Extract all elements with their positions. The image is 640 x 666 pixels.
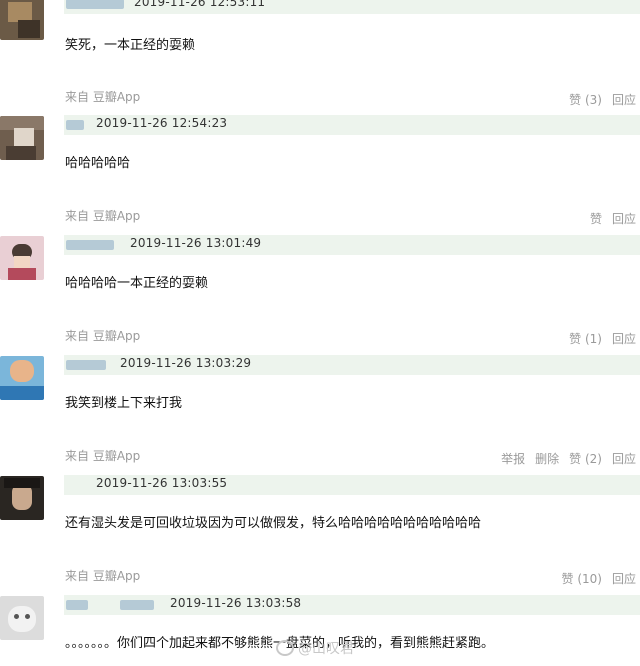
avatar[interactable] [0,356,44,400]
comment-actions: 赞 (3) 回应 [569,91,636,108]
avatar[interactable] [0,596,44,640]
like-button[interactable]: 赞 [590,210,602,227]
reply-button[interactable]: 回应 [612,330,636,347]
comment-text: 还有湿头发是可回收垃圾因为可以做假发，特么哈哈哈哈哈哈哈哈哈哈哈 [65,516,482,531]
like-button[interactable]: 赞 (1) [569,330,602,347]
comment-text: 我笑到楼上下来打我 [65,396,183,411]
reply-button[interactable]: 回应 [612,210,636,227]
comment-text: 笑死，一本正经的耍赖 [65,38,196,53]
reply-button[interactable]: 回应 [612,91,636,108]
username[interactable] [66,120,84,130]
weibo-icon [276,640,294,656]
like-button[interactable]: 赞 (2) [569,450,602,467]
username[interactable] [66,360,106,370]
avatar[interactable] [0,0,44,40]
username[interactable] [66,600,88,610]
timestamp: 2019-11-26 12:54:23 [96,116,228,130]
comment-actions: 举报 删除 赞 (2) 回应 [501,450,636,467]
comment-meta-bar: 2019-11-26 12:54:23 [64,115,640,135]
like-button[interactable]: 赞 (3) [569,91,602,108]
comment-meta-bar: 2019-11-26 13:03:55 [64,475,640,495]
timestamp: 2019-11-26 13:01:49 [130,236,262,250]
comment-meta-bar: 2019-11-26 13:03:58 [64,595,640,615]
comment-meta-bar: 2019-11-26 13:03:29 [64,355,640,375]
comment-text: 哈哈哈哈哈 [65,156,131,171]
comment-text: 哈哈哈哈一本正经的耍赖 [65,276,209,291]
avatar[interactable] [0,116,44,160]
comment-source: 来自 豆瓣App [65,90,141,104]
comment-source: 来自 豆瓣App [65,569,141,583]
comment-source: 来自 豆瓣App [65,449,141,463]
comment-actions: 赞 (10) 回应 [562,570,636,587]
delete-button[interactable]: 删除 [535,450,559,467]
watermark-text: @山叹君 [298,641,354,657]
comment-source: 来自 豆瓣App [65,209,141,223]
timestamp: 2019-11-26 12:53:11 [134,0,266,9]
reply-button[interactable]: 回应 [612,570,636,587]
comment-meta-bar: 2019-11-26 12:53:11 [64,0,640,14]
like-button[interactable]: 赞 (10) [562,570,602,587]
watermark: @山叹君 [276,638,354,658]
username[interactable] [66,240,114,250]
timestamp: 2019-11-26 13:03:58 [170,596,302,610]
report-button[interactable]: 举报 [501,450,525,467]
comment-source: 来自 豆瓣App [65,329,141,343]
timestamp: 2019-11-26 13:03:55 [96,476,228,490]
avatar[interactable] [0,476,44,520]
comment-actions: 赞 回应 [590,210,636,227]
comment-actions: 赞 (1) 回应 [569,330,636,347]
reply-button[interactable]: 回应 [612,450,636,467]
username[interactable] [66,0,124,9]
timestamp: 2019-11-26 13:03:29 [120,356,252,370]
comment-meta-bar: 2019-11-26 13:01:49 [64,235,640,255]
avatar[interactable] [0,236,44,280]
username-extra [120,600,154,610]
